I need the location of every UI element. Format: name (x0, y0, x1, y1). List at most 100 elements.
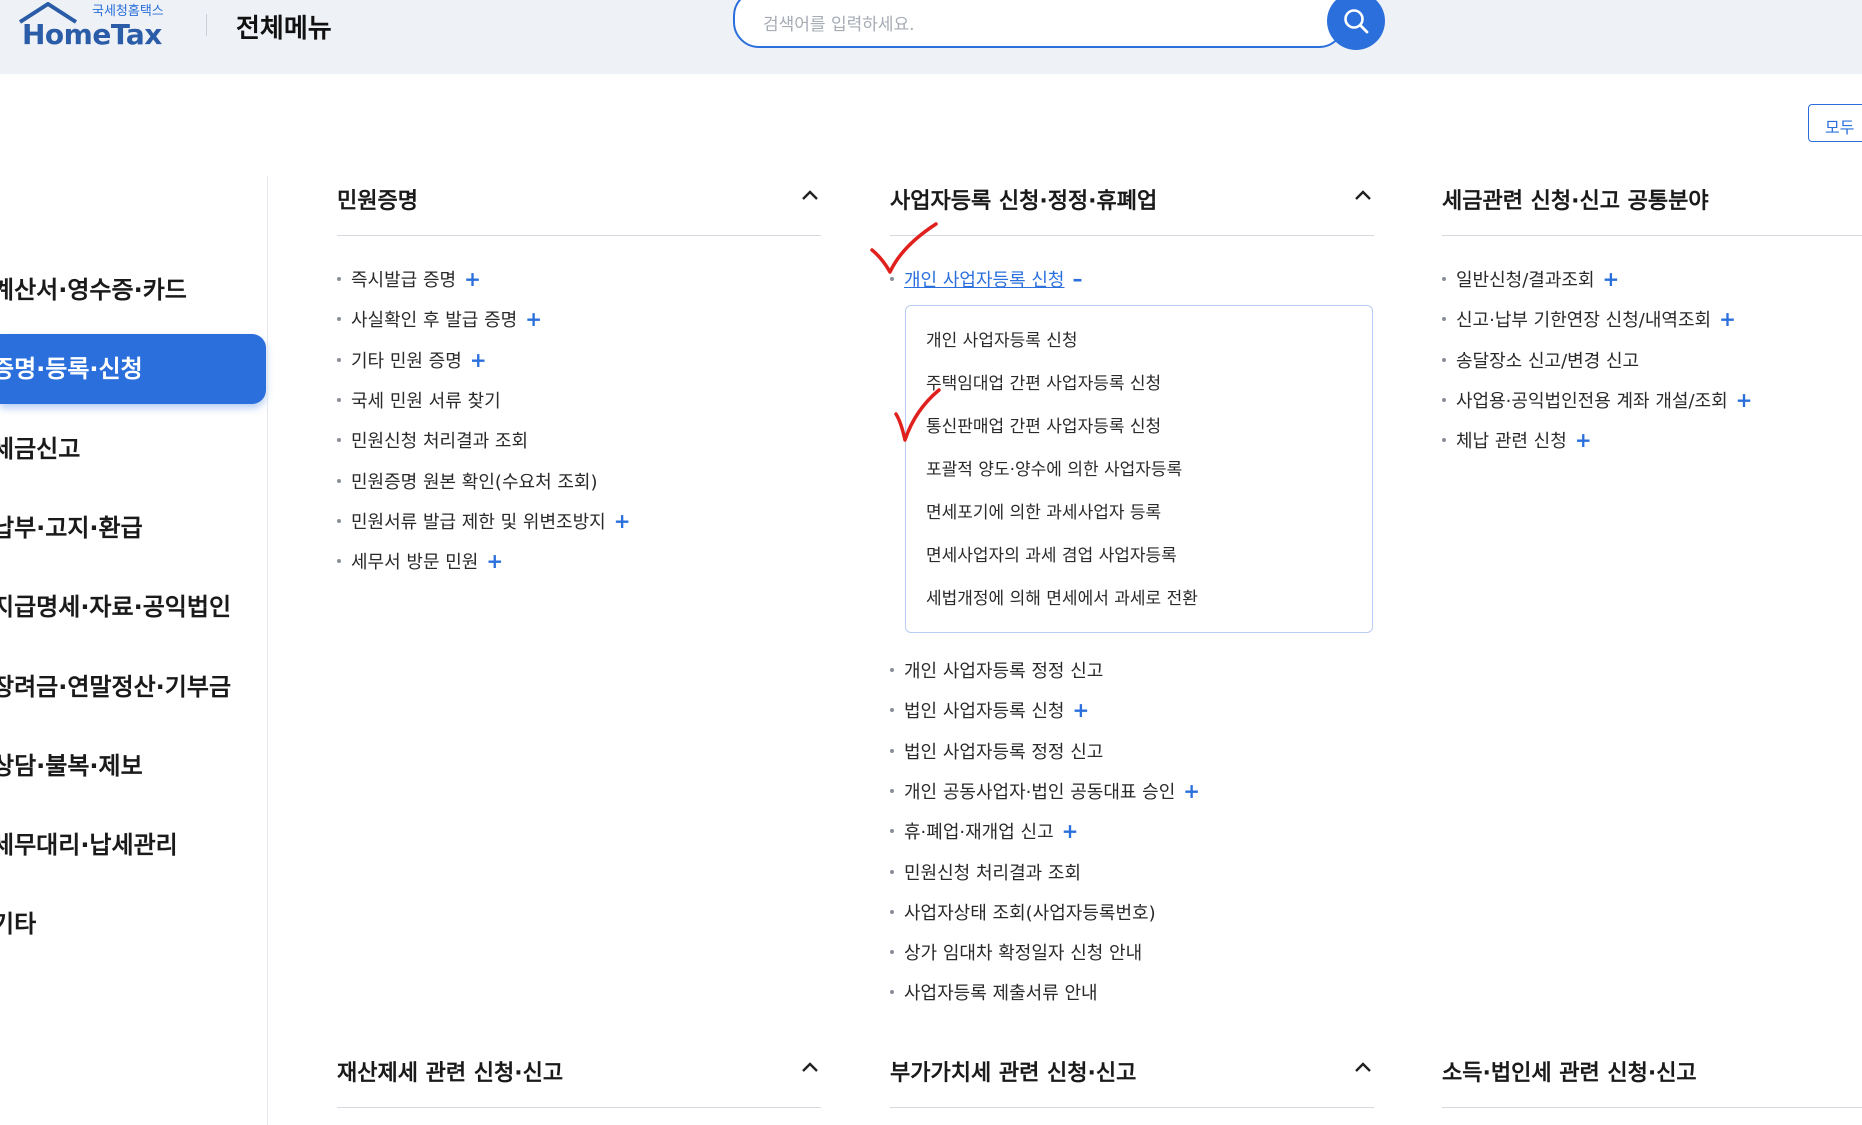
menu-item-label: 사업자상태 조회(사업자등록번호) (904, 902, 1156, 924)
collapse-minus-icon[interactable]: – (1072, 267, 1082, 291)
sidebar-item[interactable]: 세금신고 (0, 414, 266, 484)
menu-item[interactable]: 민원신청 처리결과 조회 (337, 427, 528, 453)
bullet (890, 990, 894, 995)
bullet (890, 708, 894, 713)
expand-plus-icon[interactable]: + (486, 549, 503, 573)
sidebar-item[interactable]: 세무대리·납세관리 (0, 810, 266, 880)
menu-item[interactable]: 신고·납부 기한연장 신청/내역조회 + (1442, 306, 1736, 332)
menu-item[interactable]: 즉시발급 증명 + (337, 266, 481, 292)
chevron-up-icon[interactable] (1354, 1061, 1372, 1073)
menu-item[interactable]: 민원신청 처리결과 조회 (890, 859, 1081, 885)
menu-item[interactable]: 민원증명 원본 확인(수요처 조회) (337, 468, 598, 494)
sidebar-item[interactable]: 기타 (0, 889, 266, 959)
sidebar-item[interactable]: 장려금·연말정산·기부금 (0, 652, 266, 722)
section-title-business: 사업자등록 신청·정정·휴폐업 (890, 189, 1158, 214)
section-divider (1442, 235, 1862, 236)
menu-item[interactable]: 상가 임대차 확정일자 신청 안내 (890, 939, 1142, 965)
menu-item-label: 민원신청 처리결과 조회 (351, 431, 529, 453)
menu-item[interactable]: 법인 사업자등록 신청 + (890, 697, 1089, 723)
menu-item[interactable]: 개인 공동사업자·법인 공동대표 승인 + (890, 778, 1200, 804)
submenu-item[interactable]: 주택임대업 간편 사업자등록 신청 (926, 369, 1161, 394)
chevron-up-icon[interactable] (1354, 189, 1372, 201)
menu-item[interactable]: 사업자상태 조회(사업자등록번호) (890, 899, 1156, 925)
page-title: 전체메뉴 (236, 14, 332, 44)
expand-plus-icon[interactable]: + (614, 509, 631, 533)
menu-item-label: 체납 관련 신청 (1456, 431, 1567, 453)
submenu-item[interactable]: 포괄적 양도·양수에 의한 사업자등록 (926, 455, 1182, 480)
hometax-logo[interactable]: 국세청홈택스 HomeTax (10, 0, 180, 52)
submenu-item[interactable]: 통신판매업 간편 사업자등록 신청 (926, 412, 1161, 437)
header-divider (206, 14, 207, 36)
section-divider (890, 1107, 1374, 1108)
bullet (337, 518, 341, 523)
menu-item[interactable]: 법인 사업자등록 정정 신고 (890, 738, 1103, 764)
section-title-minwon: 민원증명 (337, 189, 418, 214)
search-box (733, 0, 1345, 48)
menu-item[interactable]: 개인 사업자등록 정정 신고 (890, 657, 1103, 683)
expand-plus-icon[interactable]: + (470, 348, 487, 372)
menu-item-label: 개인 사업자등록 정정 신고 (904, 661, 1104, 682)
logo-subtitle: 국세청홈택스 (92, 4, 164, 19)
submenu-item[interactable]: 면세포기에 의한 과세사업자 등록 (926, 498, 1161, 523)
red-checkmark-icon (894, 388, 941, 442)
section-property: 재산제세 관련 신청·신고 (337, 1055, 821, 1115)
sidebar-item-label: 증명·등록·신청 (0, 355, 143, 384)
expand-all-button[interactable]: 모두 (1808, 104, 1862, 142)
menu-item-label: 송달장소 신고/변경 신고 (1456, 350, 1640, 372)
expand-plus-icon[interactable]: + (525, 307, 542, 331)
sidebar-item[interactable]: 상담·불복·제보 (0, 731, 266, 801)
sidebar-item[interactable]: 납부·고지·환급 (0, 493, 266, 563)
bullet (890, 829, 894, 834)
sidebar-item-label: 세무대리·납세관리 (0, 831, 178, 860)
chevron-up-icon[interactable] (801, 1061, 819, 1073)
bullet (890, 668, 894, 672)
expand-plus-icon[interactable]: + (1736, 388, 1753, 412)
sidebar-item-label: 상담·불복·제보 (0, 751, 143, 780)
menu-item[interactable]: 세무서 방문 민원 + (337, 548, 503, 574)
bullet (337, 478, 341, 483)
menu-item[interactable]: 국세 민원 서류 찾기 (337, 387, 501, 413)
section-title-property: 재산제세 관련 신청·신고 (337, 1061, 564, 1086)
menu-item[interactable]: 기타 민원 증명 + (337, 347, 487, 373)
expand-plus-icon[interactable]: + (1062, 819, 1079, 843)
sidebar-item[interactable]: 지급명세·자료·공익법인 (0, 572, 266, 642)
logo-text: HomeTax (22, 18, 162, 51)
expand-plus-icon[interactable]: + (1603, 267, 1620, 291)
section-vat: 부가가치세 관련 신청·신고 (890, 1055, 1374, 1115)
sidebar-item-label: 기타 (0, 910, 37, 939)
chevron-up-icon[interactable] (801, 189, 819, 201)
expand-plus-icon[interactable]: + (1072, 698, 1089, 722)
expand-plus-icon[interactable]: + (464, 267, 481, 291)
menu-item[interactable]: 송달장소 신고/변경 신고 (1442, 347, 1639, 373)
menu-item[interactable]: 사실확인 후 발급 증명 + (337, 306, 542, 332)
bullet (337, 559, 341, 564)
top-header: 국세청홈택스 HomeTax 전체메뉴 (0, 0, 1862, 74)
bullet (890, 748, 894, 753)
menu-item-label: 신고·납부 기한연장 신청/내역조회 (1456, 310, 1712, 332)
expand-plus-icon[interactable]: + (1575, 428, 1592, 452)
sidebar-item-label: 지급명세·자료·공익법인 (0, 593, 232, 622)
menu-item[interactable]: 일반신청/결과조회 + (1442, 266, 1619, 292)
submenu-item[interactable]: 세법개정에 의해 면세에서 과세로 전환 (926, 584, 1198, 609)
business-submenu: 개인 사업자등록 신청주택임대업 간편 사업자등록 신청통신판매업 간편 사업자… (905, 305, 1373, 633)
submenu-item[interactable]: 면세사업자의 과세 겸업 사업자등록 (926, 541, 1177, 566)
expand-plus-icon[interactable]: + (1719, 307, 1736, 331)
menu-item[interactable]: 체납 관련 신청 + (1442, 427, 1592, 453)
menu-item[interactable]: 사업용·공익법인전용 계좌 개설/조회 + (1442, 387, 1752, 413)
menu-item-label: 기타 민원 증명 (351, 350, 462, 372)
search-input[interactable] (761, 6, 1285, 44)
menu-item[interactable]: 사업자등록 제출서류 안내 (890, 979, 1098, 1005)
submenu-item[interactable]: 개인 사업자등록 신청 (926, 326, 1078, 351)
bullet (337, 397, 341, 402)
sidebar-item[interactable]: 계산서·영수증·카드 (0, 255, 266, 325)
expand-plus-icon[interactable]: + (1183, 779, 1200, 803)
bullet (337, 357, 341, 362)
menu-item-label: 사실확인 후 발급 증명 (351, 310, 518, 332)
bullet (890, 788, 894, 793)
menu-item-label: 사업자등록 제출서류 안내 (904, 983, 1098, 1005)
menu-item[interactable]: 휴·폐업·재개업 신고 + (890, 818, 1078, 844)
search-button[interactable] (1327, 0, 1385, 50)
sidebar-item-label: 계산서·영수증·카드 (0, 276, 187, 304)
menu-item[interactable]: 민원서류 발급 제한 및 위변조방지 + (337, 508, 631, 534)
sidebar-item[interactable]: 증명·등록·신청 (0, 334, 266, 405)
